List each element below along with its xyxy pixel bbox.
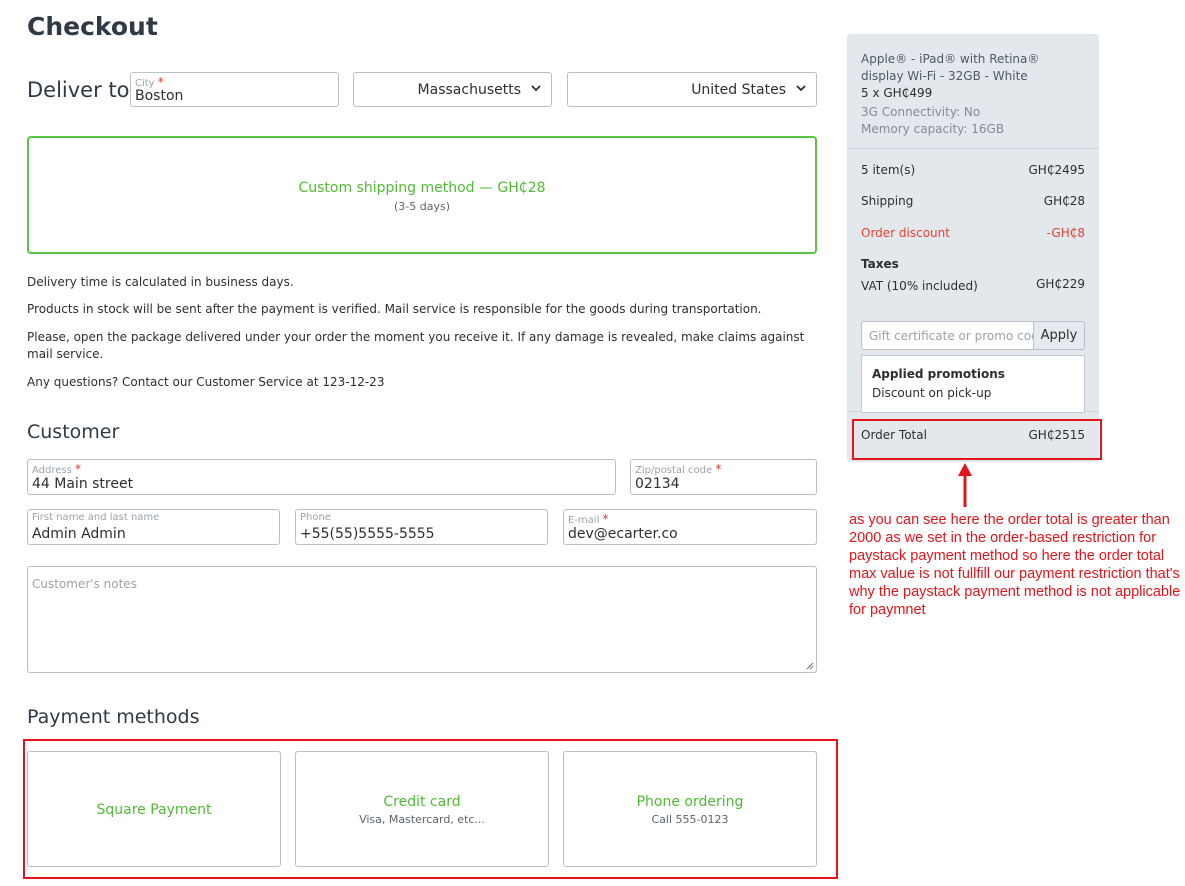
shipping-method-option[interactable]: Custom shipping method — GH₵28 (3-5 days…: [27, 136, 817, 254]
product-option: Memory capacity: 16GB: [861, 122, 1005, 136]
product-name[interactable]: display Wi-Fi - 32GB - White: [861, 69, 1028, 83]
order-discount-label: Order discount: [861, 226, 950, 240]
delivery-note: Please, open the package delivered under…: [27, 330, 805, 361]
chevron-down-icon: [531, 85, 541, 92]
apply-promo-button[interactable]: Apply: [1033, 321, 1085, 350]
payment-method-credit-card[interactable]: Credit card Visa, Mastercard, etc...: [295, 751, 549, 867]
product-option: 3G Connectivity: No: [861, 105, 981, 119]
arrow-up-icon: [958, 463, 972, 507]
phone-value: +55(55)5555-5555: [300, 526, 435, 542]
zip-field[interactable]: Zip/postal code * 02134: [630, 459, 817, 495]
city-field[interactable]: City * Boston: [130, 72, 339, 107]
resize-handle-icon[interactable]: [806, 662, 814, 670]
shipping-method-title: Custom shipping method — GH₵28: [298, 180, 546, 196]
delivery-note: Delivery time is calculated in business …: [27, 275, 294, 289]
customer-section-title: Customer: [27, 421, 120, 443]
deliver-to-label: Deliver to: [27, 78, 130, 102]
summary-divider: [847, 148, 1099, 149]
address-label: Address *: [32, 462, 82, 476]
chevron-down-icon: [796, 85, 806, 92]
payment-method-phone-ordering[interactable]: Phone ordering Call 555-0123: [563, 751, 817, 867]
customer-notes-placeholder: Customer's notes: [32, 577, 137, 591]
city-label: City *: [135, 75, 164, 89]
name-label: First name and last name: [32, 512, 160, 523]
customer-notes-textarea[interactable]: Customer's notes: [27, 566, 817, 673]
zip-value: 02134: [635, 476, 680, 492]
vat-label: VAT (10% included): [861, 279, 978, 293]
items-count-label: 5 item(s): [861, 163, 916, 177]
name-value: Admin Admin: [32, 526, 126, 542]
state-select[interactable]: Massachusetts: [353, 72, 552, 107]
applied-promotions-title: Applied promotions: [872, 367, 1005, 381]
payment-method-title: Credit card: [383, 794, 461, 810]
payment-section-title: Payment methods: [27, 706, 200, 728]
promo-code-placeholder: Gift certificate or promo code: [869, 329, 1034, 343]
name-field[interactable]: First name and last name Admin Admin: [27, 509, 280, 545]
phone-field[interactable]: Phone +55(55)5555-5555: [295, 509, 548, 545]
items-subtotal-value: GH₵2495: [1028, 163, 1086, 177]
email-field[interactable]: E-mail * dev@ecarter.co: [563, 509, 817, 545]
zip-label: Zip/postal code *: [635, 462, 722, 476]
shipping-method-duration: (3-5 days): [393, 200, 450, 213]
applied-promotion-item: Discount on pick-up: [872, 386, 992, 400]
applied-promotions-box: Applied promotions Discount on pick-up: [861, 355, 1085, 413]
address-value: 44 Main street: [32, 476, 134, 492]
email-label: E-mail *: [568, 512, 609, 526]
page-title: Checkout: [27, 12, 158, 41]
city-value: Boston: [135, 88, 184, 104]
shipping-value: GH₵28: [1043, 194, 1085, 208]
product-name[interactable]: Apple® - iPad® with Retina®: [861, 52, 1039, 66]
vat-value: GH₵229: [1036, 277, 1085, 291]
payment-method-title: Phone ordering: [636, 794, 744, 810]
promo-code-input[interactable]: Gift certificate or promo code: [861, 321, 1034, 350]
state-select-value: Massachusetts: [417, 82, 521, 98]
product-qty-price: 5 x GH₵499: [861, 86, 933, 100]
shipping-label: Shipping: [861, 194, 914, 208]
address-field[interactable]: Address * 44 Main street: [27, 459, 616, 495]
email-value: dev@ecarter.co: [568, 526, 678, 542]
country-select[interactable]: United States: [567, 72, 817, 107]
annotation-text: as you can see here the order total is g…: [849, 512, 1181, 618]
delivery-note: Products in stock will be sent after the…: [27, 302, 762, 316]
order-total-highlight: [852, 419, 1102, 460]
taxes-label: Taxes: [861, 257, 899, 271]
order-discount-value: -GH₵8: [1046, 226, 1085, 240]
country-select-value: United States: [691, 82, 786, 98]
payment-method-subtitle: Call 555-0123: [651, 813, 729, 826]
payment-method-square[interactable]: Square Payment: [27, 751, 281, 867]
payment-method-subtitle: Visa, Mastercard, etc...: [359, 813, 485, 826]
delivery-note: Any questions? Contact our Customer Serv…: [27, 375, 385, 389]
phone-label: Phone: [300, 512, 331, 523]
payment-method-title: Square Payment: [96, 802, 212, 818]
